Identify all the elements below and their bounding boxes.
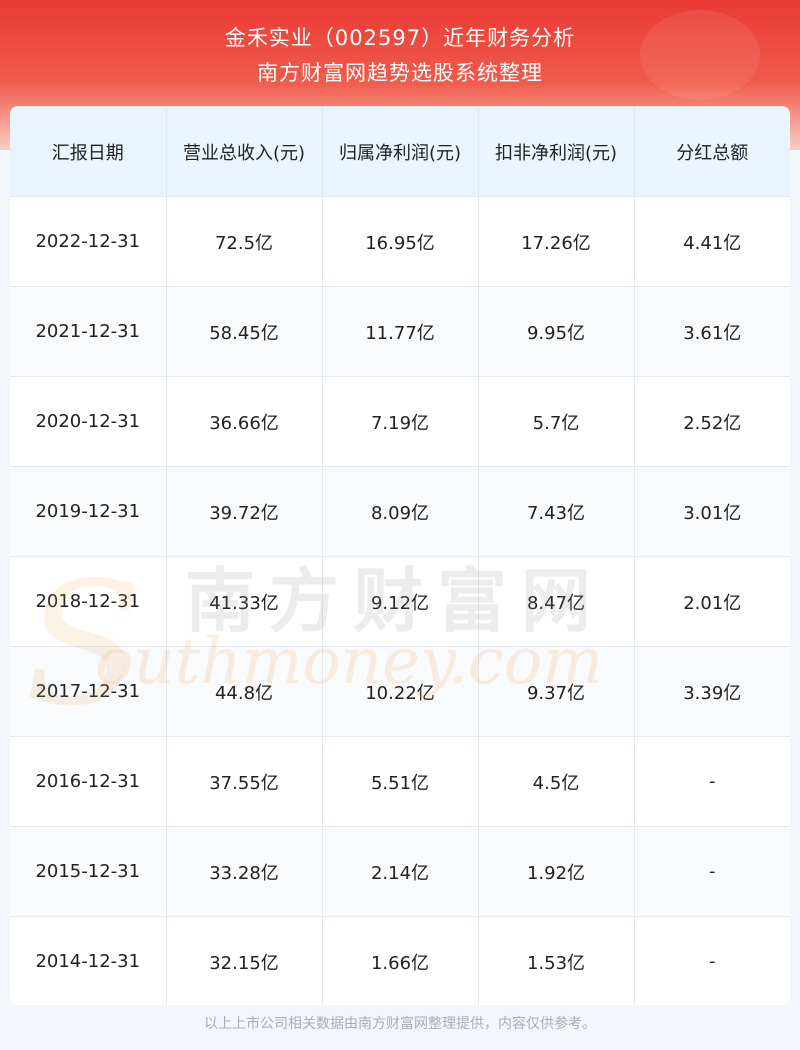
table-cell: 7.19亿 — [321, 376, 479, 467]
column-header: 归属净利润(元) — [321, 106, 479, 197]
table-cell: 33.28亿 — [165, 826, 323, 917]
table-cell: 44.8亿 — [165, 646, 323, 737]
column-header: 营业总收入(元) — [165, 106, 323, 197]
footer-note: 以上上市公司相关数据由南方财富网整理提供，内容仅供参考。 — [204, 1016, 596, 1032]
financial-table: 汇报日期 营业总收入(元) 归属净利润(元) 扣非净利润(元) 分红总额 2022-12… — [10, 106, 790, 1005]
table-row: 2016-12-31 37.55亿 5.51亿 4.5亿 - — [10, 736, 790, 827]
table-cell: 3.01亿 — [633, 466, 790, 557]
table-cell: 1.53亿 — [477, 916, 635, 1005]
table-cell: - — [633, 826, 790, 917]
table-row: 2021-12-31 58.45亿 11.77亿 9.95亿 3.61亿 — [10, 286, 790, 377]
column-header: 汇报日期 — [10, 106, 167, 197]
table-cell: 4.41亿 — [633, 196, 790, 287]
column-header: 分红总额 — [633, 106, 790, 197]
table-cell: 8.09亿 — [321, 466, 479, 557]
table-cell: 2020-12-31 — [10, 376, 167, 467]
table-cell: 7.43亿 — [477, 466, 635, 557]
table-cell: 2015-12-31 — [10, 826, 167, 917]
table-cell: 17.26亿 — [477, 196, 635, 287]
table-cell: 4.5亿 — [477, 736, 635, 827]
table-cell: 3.61亿 — [633, 286, 790, 377]
table-cell: 2021-12-31 — [10, 286, 167, 377]
table-cell: 1.66亿 — [321, 916, 479, 1005]
table-row: 2015-12-31 33.28亿 2.14亿 1.92亿 - — [10, 826, 790, 917]
table-cell: 36.66亿 — [165, 376, 323, 467]
table-row: 2014-12-31 32.15亿 1.66亿 1.53亿 - — [10, 916, 790, 1005]
table-cell: 2018-12-31 — [10, 556, 167, 647]
table-cell: 2016-12-31 — [10, 736, 167, 827]
table-cell: - — [633, 736, 790, 827]
table-cell: 1.92亿 — [477, 826, 635, 917]
table-cell: 72.5亿 — [165, 196, 323, 287]
table-row: 2019-12-31 39.72亿 8.09亿 7.43亿 3.01亿 — [10, 466, 790, 557]
table-cell: 16.95亿 — [321, 196, 479, 287]
table-cell: 5.51亿 — [321, 736, 479, 827]
page-title: 金禾实业（002597）近年财务分析 — [224, 26, 576, 50]
table-cell: 39.72亿 — [165, 466, 323, 557]
table-header-row: 汇报日期 营业总收入(元) 归属净利润(元) 扣非净利润(元) 分红总额 — [10, 106, 790, 197]
table-cell: - — [633, 916, 790, 1005]
table-cell: 9.95亿 — [477, 286, 635, 377]
column-header: 扣非净利润(元) — [477, 106, 635, 197]
table-cell: 2017-12-31 — [10, 646, 167, 737]
table-cell: 58.45亿 — [165, 286, 323, 377]
table-cell: 2.52亿 — [633, 376, 790, 467]
table-cell: 9.12亿 — [321, 556, 479, 647]
table-cell: 11.77亿 — [321, 286, 479, 377]
table-cell: 8.47亿 — [477, 556, 635, 647]
table-cell: 2022-12-31 — [10, 196, 167, 287]
table-row: 2018-12-31 41.33亿 9.12亿 8.47亿 2.01亿 — [10, 556, 790, 647]
table-cell: 2.01亿 — [633, 556, 790, 647]
table-cell: 2014-12-31 — [10, 916, 167, 1005]
table-body: 2022-12-31 72.5亿 16.95亿 17.26亿 4.41亿 2021-12-… — [10, 196, 790, 1005]
table-row: 2022-12-31 72.5亿 16.95亿 17.26亿 4.41亿 — [10, 196, 790, 287]
table-cell: 37.55亿 — [165, 736, 323, 827]
table-cell: 9.37亿 — [477, 646, 635, 737]
table-cell: 10.22亿 — [321, 646, 479, 737]
page-subtitle: 南方财富网趋势选股系统整理 — [257, 61, 543, 85]
table-cell: 2019-12-31 — [10, 466, 167, 557]
table-cell: 3.39亿 — [633, 646, 790, 737]
table-cell: 32.15亿 — [165, 916, 323, 1005]
table-cell: 5.7亿 — [477, 376, 635, 467]
data-table-card: 汇报日期 营业总收入(元) 归属净利润(元) 扣非净利润(元) 分红总额 2022-12… — [10, 106, 790, 1005]
table-row: 2020-12-31 36.66亿 7.19亿 5.7亿 2.52亿 — [10, 376, 790, 467]
table-cell: 41.33亿 — [165, 556, 323, 647]
table-cell: 2.14亿 — [321, 826, 479, 917]
table-row: 2017-12-31 44.8亿 10.22亿 9.37亿 3.39亿 — [10, 646, 790, 737]
